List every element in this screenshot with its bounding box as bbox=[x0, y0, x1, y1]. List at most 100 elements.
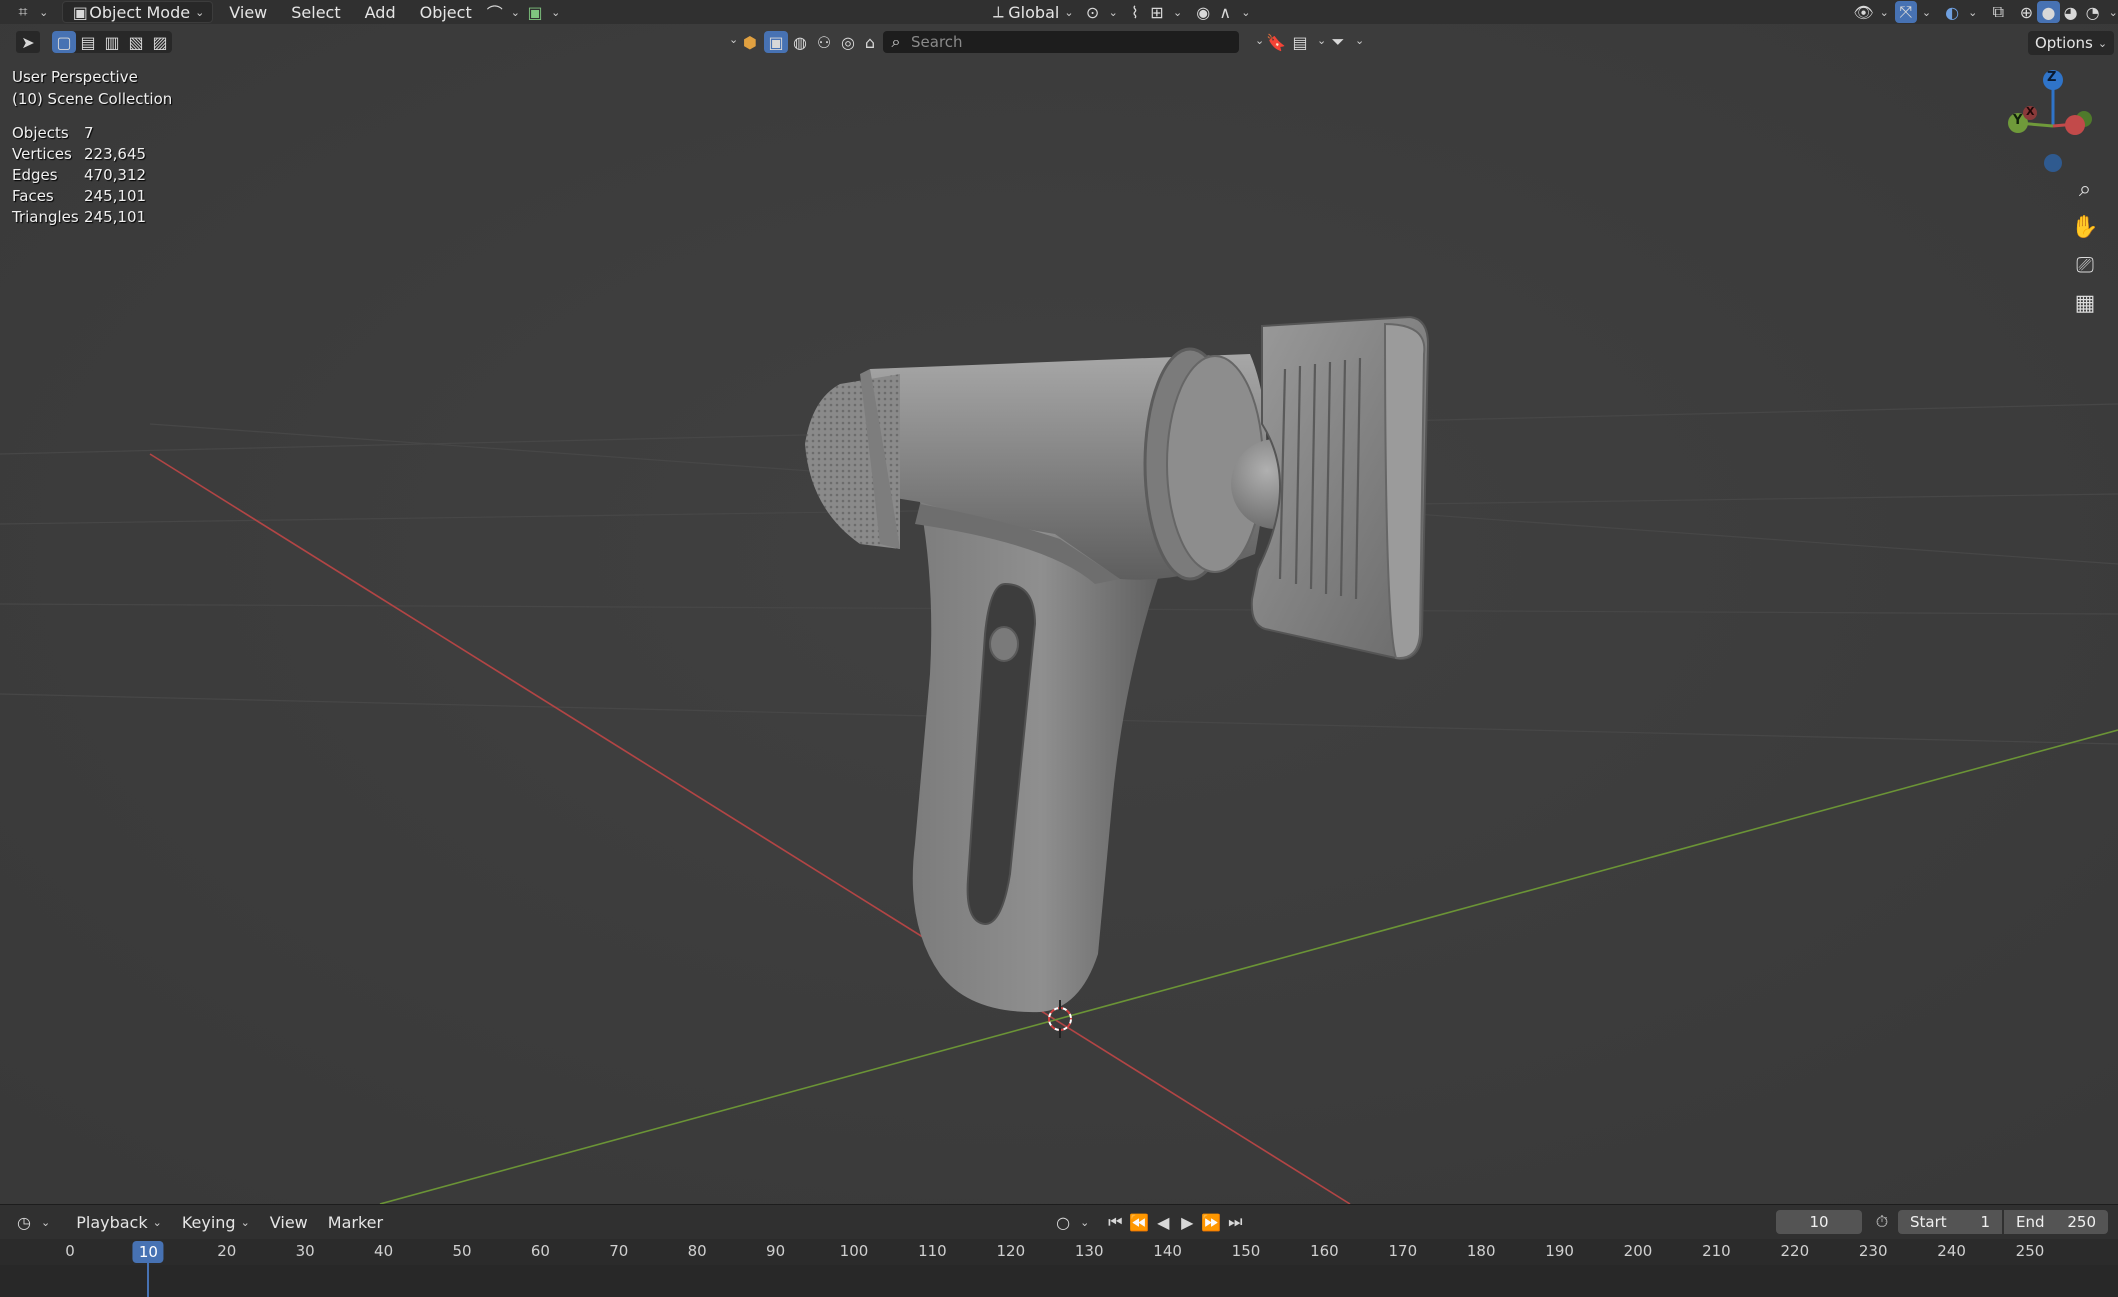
layout-icon[interactable]: ▤ bbox=[1288, 31, 1312, 53]
select-extend-icon[interactable]: ▤ bbox=[76, 31, 100, 53]
chevron-down-icon[interactable]: ⌄ bbox=[1173, 6, 1182, 19]
play-reverse-icon[interactable]: ◀ bbox=[1151, 1211, 1175, 1233]
end-frame-field[interactable]: End 250 bbox=[2004, 1210, 2108, 1234]
xray-icon[interactable]: ⧉ bbox=[1987, 1, 2009, 23]
next-keyframe-icon[interactable]: ⏩ bbox=[1199, 1211, 1223, 1233]
rendered-shading-icon[interactable]: ◔ bbox=[2082, 1, 2104, 23]
chevron-down-icon[interactable]: ⌄ bbox=[551, 6, 560, 19]
prev-keyframe-icon[interactable]: ⏪ bbox=[1127, 1211, 1151, 1233]
ruler-tick-label: 160 bbox=[1310, 1242, 1339, 1260]
filter-misc-icon[interactable]: ⌂ bbox=[858, 31, 882, 53]
ruler-tick-label: 230 bbox=[1858, 1242, 1888, 1260]
chevron-down-icon[interactable]: ⌄ bbox=[1355, 34, 1364, 47]
chevron-down-icon[interactable]: ⌄ bbox=[1968, 6, 1977, 19]
filter-world-icon[interactable]: ◎ bbox=[836, 31, 860, 53]
collection-label: (10) Scene Collection bbox=[12, 90, 173, 108]
select-invert-icon[interactable]: ▧ bbox=[124, 31, 148, 53]
chevron-down-icon[interactable]: ⌄ bbox=[1109, 6, 1118, 19]
filter-camera-icon[interactable]: ⚇ bbox=[812, 31, 836, 53]
timeline-menu-view[interactable]: View bbox=[262, 1211, 316, 1233]
falloff-icon[interactable]: ∧ bbox=[1214, 1, 1236, 23]
ruler-tick-label: 30 bbox=[295, 1242, 315, 1260]
chevron-down-icon[interactable]: ⌄ bbox=[1922, 6, 1931, 19]
menu-marker[interactable]: Marker bbox=[320, 1211, 391, 1233]
material-shading-icon[interactable]: ◕ bbox=[2060, 1, 2082, 23]
select-subtract-icon[interactable]: ▥ bbox=[100, 31, 124, 53]
object-mode-icon: ▣ bbox=[72, 2, 88, 22]
stopwatch-icon[interactable]: ⏱ bbox=[1870, 1211, 1894, 1233]
stat-value: 470,312 bbox=[84, 165, 147, 184]
jump-end-icon[interactable]: ⏭ bbox=[1223, 1211, 1247, 1233]
playhead-line bbox=[147, 1263, 150, 1297]
menu-add[interactable]: Add bbox=[357, 1, 404, 23]
menu-keying[interactable]: Keying ⌄ bbox=[174, 1211, 258, 1233]
chevron-down-icon[interactable]: ⌄ bbox=[1880, 6, 1889, 19]
keying-label: Keying bbox=[181, 1212, 236, 1232]
select-tool-icon[interactable]: ➤ bbox=[16, 31, 40, 53]
filter-funnel-icon[interactable]: ⏷ bbox=[1326, 31, 1350, 53]
visibility-eye-icon[interactable]: 👁 bbox=[1853, 1, 1875, 23]
3d-viewport[interactable]: User Perspective (10) Scene Collection O… bbox=[0, 24, 2118, 1204]
filter-object-icon[interactable]: ▣ bbox=[764, 31, 788, 53]
stat-label: Triangles bbox=[12, 207, 79, 226]
play-icon[interactable]: ▶ bbox=[1175, 1211, 1199, 1233]
chevron-down-icon[interactable]: ⌄ bbox=[511, 6, 520, 19]
select-intersect-icon[interactable]: ▨ bbox=[148, 31, 172, 53]
timeline-header: ◷ ⌄ Playback ⌄ Keying ⌄ View Marker ○ ⌄ ⏮ ⏪ … bbox=[0, 1205, 2118, 1239]
timeline-body[interactable]: 0 20 30 40 50 60 70 80 90 100 110 120 130 140 150 160 17… bbox=[0, 1239, 2118, 1297]
search-input[interactable]: Search bbox=[883, 31, 1239, 53]
start-frame-field[interactable]: Start 1 bbox=[1898, 1210, 2002, 1234]
select-new-icon[interactable]: ▢ bbox=[52, 31, 76, 53]
chevron-down-icon[interactable]: ⌄ bbox=[2109, 6, 2118, 19]
selection-mode-group: ▢ ▤ ▥ ▧ ▨ bbox=[52, 31, 172, 53]
overlay-toggle-icon[interactable]: ◐ bbox=[1941, 1, 1963, 23]
playhead-frame-indicator[interactable]: 10 bbox=[132, 1241, 164, 1263]
mode-dropdown[interactable]: ▣ Object Mode ⌄ bbox=[62, 1, 214, 23]
frame-ruler[interactable]: 0 20 30 40 50 60 70 80 90 100 110 120 130 140 150 160 17… bbox=[0, 1239, 2118, 1265]
clock-editor-icon[interactable]: ◷ bbox=[12, 1211, 36, 1233]
green-lock-icon[interactable]: ▣ bbox=[524, 1, 546, 23]
solid-shading-icon[interactable]: ● bbox=[2037, 1, 2060, 23]
options-label: Options bbox=[2034, 34, 2093, 52]
bookmark-icon[interactable]: 🔖 bbox=[1264, 31, 1288, 53]
ruler-tick-label: 150 bbox=[1231, 1242, 1261, 1260]
chevron-down-icon[interactable]: ⌄ bbox=[41, 1216, 50, 1229]
menu-select[interactable]: Select bbox=[283, 1, 348, 23]
chevron-down-icon[interactable]: ⌄ bbox=[1241, 6, 1250, 19]
ruler-tick-label: 50 bbox=[452, 1242, 472, 1260]
filter-light-icon[interactable]: ◍ bbox=[788, 31, 812, 53]
options-button[interactable]: Options ⌄ bbox=[2028, 31, 2114, 55]
chevron-down-icon[interactable]: ⌄ bbox=[729, 33, 738, 46]
zoom-icon[interactable]: ⌕ bbox=[2068, 172, 2102, 206]
ruler-tick-label: 180 bbox=[1466, 1242, 1496, 1260]
pan-hand-icon[interactable]: ✋ bbox=[2068, 210, 2102, 244]
ruler-tick-label: 120 bbox=[996, 1242, 1026, 1260]
menu-object[interactable]: Object bbox=[412, 1, 480, 23]
transform-orientation-dropdown[interactable]: ⟂ Global ⌄ bbox=[980, 1, 1081, 23]
chevron-down-icon[interactable]: ⌄ bbox=[39, 6, 48, 19]
pivot-icon[interactable]: ⊙ bbox=[1082, 1, 1104, 23]
ruler-tick-label: 140 bbox=[1153, 1242, 1182, 1260]
stat-label: Objects bbox=[12, 123, 69, 142]
menu-playback[interactable]: Playback ⌄ bbox=[68, 1211, 170, 1233]
proportional-edit-icon[interactable]: ◉ bbox=[1192, 1, 1214, 23]
snap-target-icon[interactable]: ⊞ bbox=[1146, 1, 1168, 23]
chevron-down-icon[interactable]: ⌄ bbox=[1080, 1216, 1089, 1229]
ruler-tick-label: 240 bbox=[1937, 1242, 1966, 1260]
gizmo-toggle-icon[interactable]: ⤧ bbox=[1894, 1, 1917, 23]
collection-color-icon[interactable]: ⬢ bbox=[738, 31, 762, 53]
camera-view-icon[interactable]: ⎚ bbox=[2068, 248, 2102, 282]
chevron-down-icon[interactable]: ⌄ bbox=[1317, 34, 1326, 47]
stat-value: 7 bbox=[84, 123, 94, 142]
snap-icon[interactable]: ⌇ bbox=[1124, 1, 1146, 23]
auto-key-record-icon[interactable]: ○ bbox=[1051, 1211, 1075, 1233]
wireframe-shading-icon[interactable]: ⊕ bbox=[2015, 1, 2037, 23]
chevron-down-icon: ⌄ bbox=[240, 1215, 250, 1229]
curve-icon[interactable]: ⌒ bbox=[484, 1, 506, 23]
ortho-grid-icon[interactable]: ▦ bbox=[2068, 286, 2102, 320]
menu-view[interactable]: View bbox=[221, 1, 275, 23]
current-frame-field[interactable]: 10 bbox=[1776, 1210, 1862, 1234]
chevron-down-icon[interactable]: ⌄ bbox=[1255, 34, 1264, 47]
editor-type-icon[interactable]: ⌗ bbox=[12, 1, 34, 23]
jump-start-icon[interactable]: ⏮ bbox=[1103, 1211, 1127, 1233]
